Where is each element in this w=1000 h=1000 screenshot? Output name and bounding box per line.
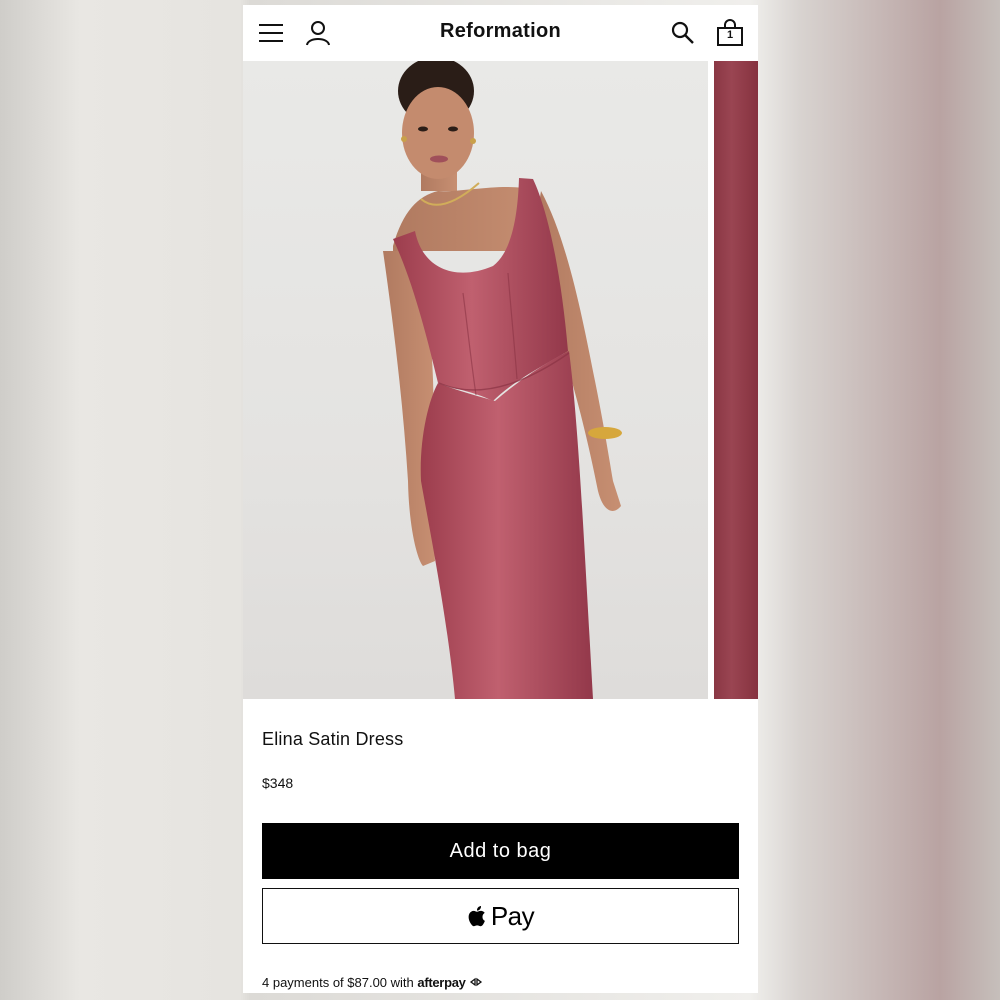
- afterpay-arrows-icon: [470, 977, 483, 987]
- search-icon[interactable]: [669, 19, 697, 47]
- add-to-bag-label: Add to bag: [449, 839, 552, 862]
- bag-count-badge: 1: [726, 29, 734, 41]
- top-navigation: Reformation 1: [243, 5, 758, 61]
- afterpay-logo: afterpay: [417, 975, 466, 990]
- product-title: Elina Satin Dress: [262, 729, 404, 749]
- model-illustration: [383, 61, 622, 699]
- product-image-carousel[interactable]: [243, 61, 758, 699]
- afterpay-installments[interactable]: 4 payments of $87.00 with afterpay: [262, 975, 483, 990]
- apple-pay-label: Pay: [490, 900, 535, 931]
- apple-pay-button[interactable]: Pay: [262, 888, 739, 944]
- product-price: $348: [262, 775, 294, 791]
- add-to-bag-button[interactable]: Add to bag: [262, 823, 739, 879]
- product-page: Reformation 1 Elina Satin Dress $348 Add…: [243, 5, 758, 993]
- afterpay-text: 4 payments of $87.00 with: [262, 975, 414, 990]
- product-image-next[interactable]: [714, 61, 758, 699]
- product-image-main[interactable]: [243, 61, 708, 699]
- apple-logo-icon: [468, 906, 485, 927]
